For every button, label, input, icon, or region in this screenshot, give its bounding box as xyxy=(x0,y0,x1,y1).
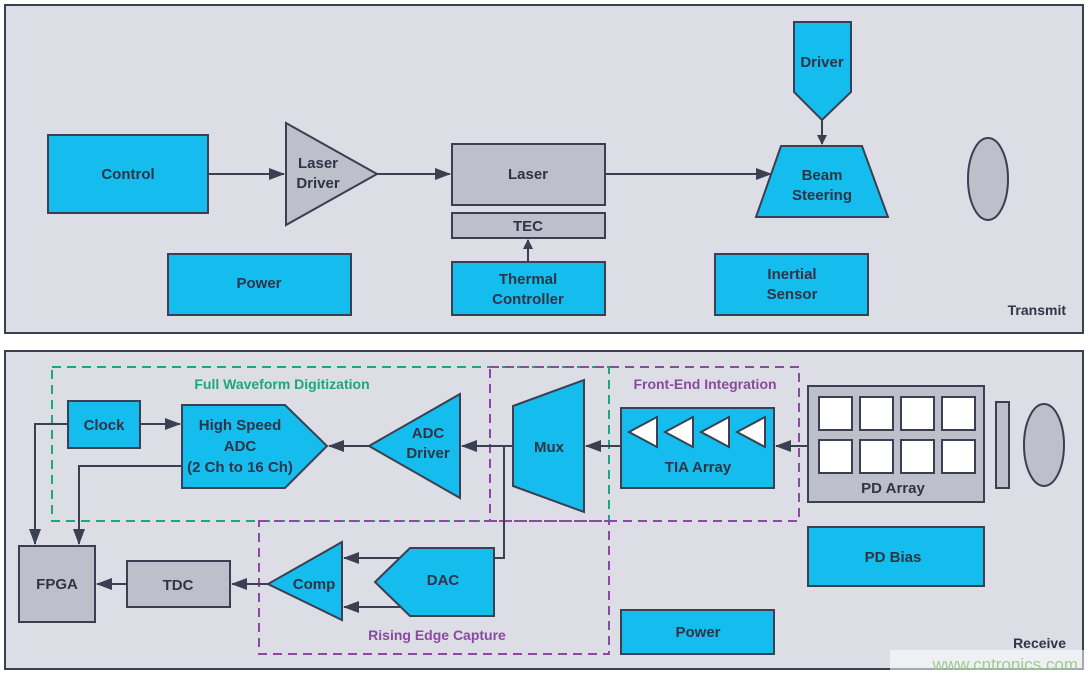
laser-driver-label-1: Laser xyxy=(298,155,338,172)
receive-panel: Full Waveform Digitization Front-End Int… xyxy=(4,350,1084,670)
transmit-power-block[interactable]: Power xyxy=(167,253,352,316)
pd-bias-block[interactable]: PD Bias xyxy=(807,526,985,587)
pd-cell xyxy=(900,396,935,431)
beam-steering-label-1: Beam xyxy=(802,167,843,184)
pd-cell xyxy=(941,439,976,474)
pd-array-label: PD Array xyxy=(861,480,925,497)
tec-block[interactable]: TEC xyxy=(451,212,606,239)
laser-driver-label-2: Driver xyxy=(296,175,340,192)
receive-power-block[interactable]: Power xyxy=(620,609,775,655)
pd-cell xyxy=(818,439,853,474)
tia-array-label: TIA Array xyxy=(665,459,732,476)
pd-cell xyxy=(900,439,935,474)
receive-section-label: Receive xyxy=(1013,635,1066,651)
adc-label-3: (2 Ch to 16 Ch) xyxy=(187,459,293,476)
receive-power-label: Power xyxy=(675,624,720,641)
adc-label-2: ADC xyxy=(224,438,257,455)
laser-label: Laser xyxy=(508,166,548,183)
pd-cell xyxy=(941,396,976,431)
pd-bias-label: PD Bias xyxy=(865,549,922,566)
tec-label: TEC xyxy=(513,218,543,235)
pd-cell xyxy=(859,439,894,474)
tia-array-block[interactable]: TIA Array xyxy=(620,407,775,489)
watermark-text: www.cntronics.com xyxy=(932,655,1078,674)
thermal-controller-label-2: Controller xyxy=(492,291,564,308)
inertial-sensor-label-1: Inertial xyxy=(767,266,816,283)
control-block[interactable]: Control xyxy=(47,134,209,214)
transmit-panel: Control Laser Driver Laser TEC Thermal C… xyxy=(4,4,1084,334)
thermal-controller-block[interactable]: Thermal Controller xyxy=(451,261,606,316)
rising-edge-group-label: Rising Edge Capture xyxy=(368,627,506,643)
front-end-group-label: Front-End Integration xyxy=(633,376,776,392)
thermal-controller-label-1: Thermal xyxy=(499,271,557,288)
transmit-power-label: Power xyxy=(236,275,281,292)
inertial-sensor-label-2: Sensor xyxy=(767,286,818,303)
receive-lens-icon xyxy=(1023,403,1065,487)
mux-label: Mux xyxy=(534,439,565,456)
clock-label: Clock xyxy=(84,417,126,434)
tdc-label: TDC xyxy=(163,577,194,594)
fpga-block[interactable]: FPGA xyxy=(18,545,96,623)
control-label: Control xyxy=(101,166,154,183)
pd-array-block[interactable]: PD Array xyxy=(807,385,985,503)
fpga-label: FPGA xyxy=(36,576,78,593)
pd-cell xyxy=(818,396,853,431)
full-waveform-group-label: Full Waveform Digitization xyxy=(194,376,369,392)
tdc-block[interactable]: TDC xyxy=(126,560,231,608)
driver-label: Driver xyxy=(800,54,844,71)
adc-label-1: High Speed xyxy=(199,417,282,434)
dac-label: DAC xyxy=(427,572,460,589)
adc-driver-label-1: ADC xyxy=(412,425,445,442)
clock-block[interactable]: Clock xyxy=(67,400,141,449)
laser-block[interactable]: Laser xyxy=(451,143,606,206)
adc-driver-label-2: Driver xyxy=(406,445,450,462)
inertial-sensor-block[interactable]: Inertial Sensor xyxy=(714,253,869,316)
comp-label: Comp xyxy=(293,576,336,593)
lidar-block-diagram: Control Laser Driver Laser TEC Thermal C… xyxy=(4,4,1091,679)
transmit-section-label: Transmit xyxy=(1008,302,1067,318)
pd-cell xyxy=(859,396,894,431)
transmit-lens-icon xyxy=(967,137,1009,221)
optical-filter-icon xyxy=(995,401,1010,489)
beam-steering-label-2: Steering xyxy=(792,187,852,204)
